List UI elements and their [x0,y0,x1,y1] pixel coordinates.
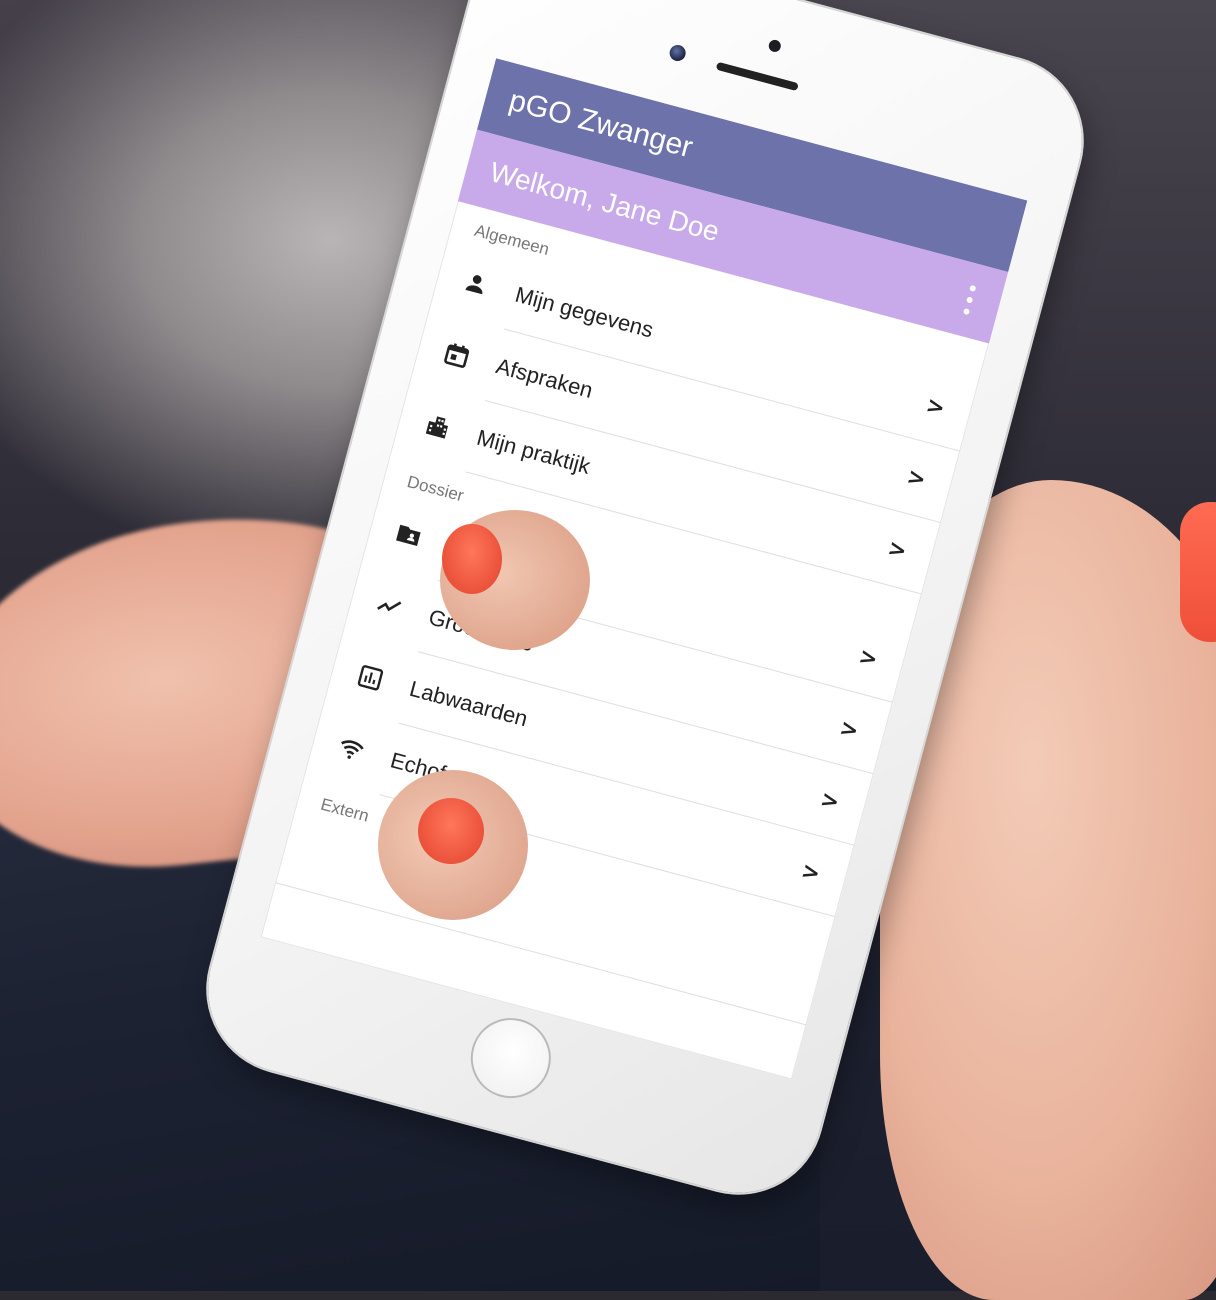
folder-shared-icon [390,516,427,553]
ring-finger-nail [418,798,484,864]
middle-finger-nail [442,524,502,594]
building-icon [419,408,456,445]
calendar-icon [439,337,476,374]
wifi-icon [333,731,370,768]
proximity-sensor [767,38,783,54]
home-button[interactable] [461,1009,560,1108]
bar-chart-icon [352,659,389,696]
right-hand-nail [1180,502,1216,642]
trend-line-icon [371,588,408,625]
earpiece-speaker [715,61,799,92]
person-icon [458,265,495,302]
front-camera [667,43,688,63]
more-vert-icon[interactable] [956,281,984,319]
